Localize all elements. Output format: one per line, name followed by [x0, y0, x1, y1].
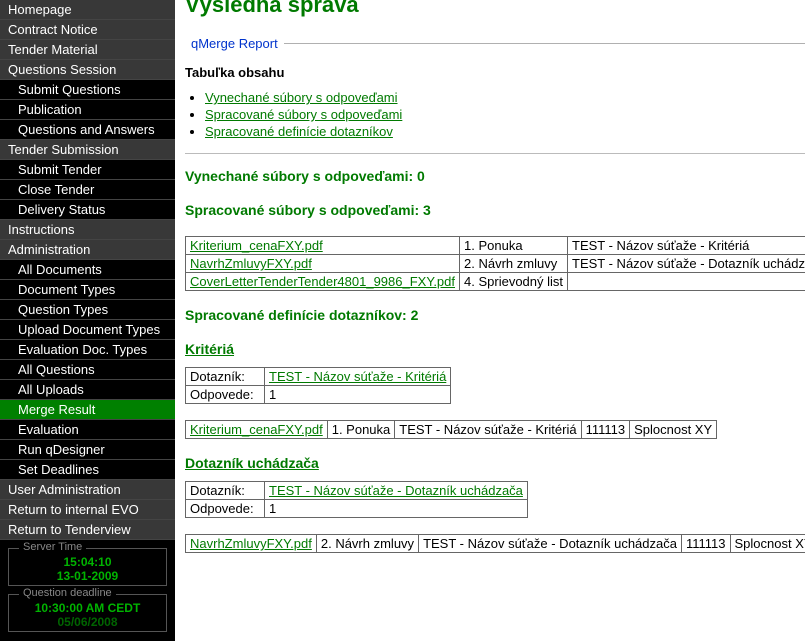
kv-link[interactable]: TEST - Názov súťaže - Kritériá [269, 369, 446, 384]
sidebar-item-instructions[interactable]: Instructions [0, 220, 175, 240]
sidebar-item-merge-result[interactable]: Merge Result [0, 400, 175, 420]
dotaznik-kv-table: Dotazník: TEST - Názov súťaže - Dotazník… [185, 481, 528, 518]
sidebar-item-return-to-tenderview[interactable]: Return to Tenderview [0, 520, 175, 540]
kriteria-row-table: Kriterium_cenaFXY.pdf 1. Ponuka TEST - N… [185, 420, 717, 439]
file-link[interactable]: CoverLetterTenderTender4801_9986_FXY.pdf [190, 274, 455, 289]
sidebar-item-tender-material[interactable]: Tender Material [0, 40, 175, 60]
toc-title: Tabuľka obsahu [185, 65, 805, 80]
sidebar-item-questions-and-answers[interactable]: Questions and Answers [0, 120, 175, 140]
sidebar-item-return-to-internal-evo[interactable]: Return to internal EVO [0, 500, 175, 520]
kv-key: Dotazník: [186, 482, 265, 500]
heading-processed-defs: Spracované definície dotazníkov: 2 [185, 307, 805, 323]
file-col2: 2. Návrh zmluvy [460, 255, 568, 273]
file-link[interactable]: NavrhZmluvyFXY.pdf [190, 536, 312, 551]
server-date-value: 13-01-2009 [13, 569, 162, 583]
table-row: Kriterium_cenaFXY.pdf 1. Ponuka TEST - N… [186, 237, 805, 255]
question-deadline-box: Question deadline 10:30:00 AM CEDT 05/06… [8, 594, 167, 632]
sidebar-item-document-types[interactable]: Document Types [0, 280, 175, 300]
heading-processed-files: Spracované súbory s odpoveďami: 3 [185, 202, 805, 218]
sidebar-item-publication[interactable]: Publication [0, 100, 175, 120]
processed-files-table: Kriterium_cenaFXY.pdf 1. Ponuka TEST - N… [185, 236, 805, 291]
page-title: Výsledná správa [185, 0, 795, 18]
kv-key: Odpovede: [186, 386, 265, 404]
separator [185, 153, 805, 154]
sidebar-item-delivery-status[interactable]: Delivery Status [0, 200, 175, 220]
table-row: CoverLetterTenderTender4801_9986_FXY.pdf… [186, 273, 805, 291]
question-deadline-legend: Question deadline [19, 587, 116, 599]
main-content: Výsledná správa qMerge Report Tabuľka ob… [175, 0, 805, 641]
report-fieldset: qMerge Report Tabuľka obsahu Vynechané s… [185, 36, 805, 569]
sidebar-item-user-administration[interactable]: User Administration [0, 480, 175, 500]
table-row: NavrhZmluvyFXY.pdf 2. Návrh zmluvy TEST … [186, 535, 805, 553]
kv-link[interactable]: TEST - Názov súťaže - Dotazník uchádzača [269, 483, 523, 498]
sidebar-item-contract-notice[interactable]: Contract Notice [0, 20, 175, 40]
server-time-value: 15:04:10 [13, 555, 162, 569]
file-link[interactable]: NavrhZmluvyFXY.pdf [190, 256, 312, 271]
table-row: Kriterium_cenaFXY.pdf 1. Ponuka TEST - N… [186, 421, 717, 439]
sidebar-item-evaluation-doc-types[interactable]: Evaluation Doc. Types [0, 340, 175, 360]
sidebar-item-all-questions[interactable]: All Questions [0, 360, 175, 380]
file-col3: TEST - Názov súťaže - Kritériá [568, 237, 805, 255]
dotaznik-row-table: NavrhZmluvyFXY.pdf 2. Návrh zmluvy TEST … [185, 534, 805, 553]
toc-link-1[interactable]: Vynechané súbory s odpoveďami [205, 90, 398, 105]
kriteria-kv-table: Dotazník: TEST - Názov súťaže - Kritériá… [185, 367, 451, 404]
heading-dotaznik: Dotazník uchádzača [185, 455, 805, 471]
server-time-box: Server Time 15:04:10 13-01-2009 [8, 548, 167, 586]
kv-value: 1 [265, 500, 528, 518]
question-deadline-date: 05/06/2008 [13, 615, 162, 629]
sidebar-nav: HomepageContract NoticeTender MaterialQu… [0, 0, 175, 540]
kv-key: Odpovede: [186, 500, 265, 518]
kv-value: 1 [265, 386, 451, 404]
file-col3 [568, 273, 805, 291]
table-row: NavrhZmluvyFXY.pdf 2. Návrh zmluvy TEST … [186, 255, 805, 273]
sidebar-item-run-qdesigner[interactable]: Run qDesigner [0, 440, 175, 460]
sidebar-item-homepage[interactable]: Homepage [0, 0, 175, 20]
sidebar-item-administration[interactable]: Administration [0, 240, 175, 260]
sidebar-item-close-tender[interactable]: Close Tender [0, 180, 175, 200]
sidebar-item-submit-questions[interactable]: Submit Questions [0, 80, 175, 100]
sidebar-item-set-deadlines[interactable]: Set Deadlines [0, 460, 175, 480]
sidebar-item-question-types[interactable]: Question Types [0, 300, 175, 320]
sidebar-item-submit-tender[interactable]: Submit Tender [0, 160, 175, 180]
heading-kriteria: Kritériá [185, 341, 805, 357]
file-link[interactable]: Kriterium_cenaFXY.pdf [190, 238, 323, 253]
sidebar-item-evaluation[interactable]: Evaluation [0, 420, 175, 440]
toc-list: Vynechané súbory s odpoveďami Spracované… [205, 90, 805, 139]
kv-key: Dotazník: [186, 368, 265, 386]
toc-link-3[interactable]: Spracované definície dotazníkov [205, 124, 393, 139]
sidebar: HomepageContract NoticeTender MaterialQu… [0, 0, 175, 641]
file-col2: 1. Ponuka [460, 237, 568, 255]
file-link[interactable]: Kriterium_cenaFXY.pdf [190, 422, 323, 437]
sidebar-item-tender-submission[interactable]: Tender Submission [0, 140, 175, 160]
server-time-legend: Server Time [19, 541, 86, 553]
heading-skipped: Vynechané súbory s odpoveďami: 0 [185, 168, 805, 184]
report-legend: qMerge Report [185, 36, 284, 51]
sidebar-item-questions-session[interactable]: Questions Session [0, 60, 175, 80]
sidebar-item-upload-document-types[interactable]: Upload Document Types [0, 320, 175, 340]
sidebar-item-all-uploads[interactable]: All Uploads [0, 380, 175, 400]
sidebar-item-all-documents[interactable]: All Documents [0, 260, 175, 280]
toc-link-2[interactable]: Spracované súbory s odpoveďami [205, 107, 402, 122]
file-col2: 4. Sprievodný list [460, 273, 568, 291]
file-col3: TEST - Názov súťaže - Dotazník uchádzača [568, 255, 805, 273]
question-deadline-time: 10:30:00 AM CEDT [13, 601, 162, 615]
